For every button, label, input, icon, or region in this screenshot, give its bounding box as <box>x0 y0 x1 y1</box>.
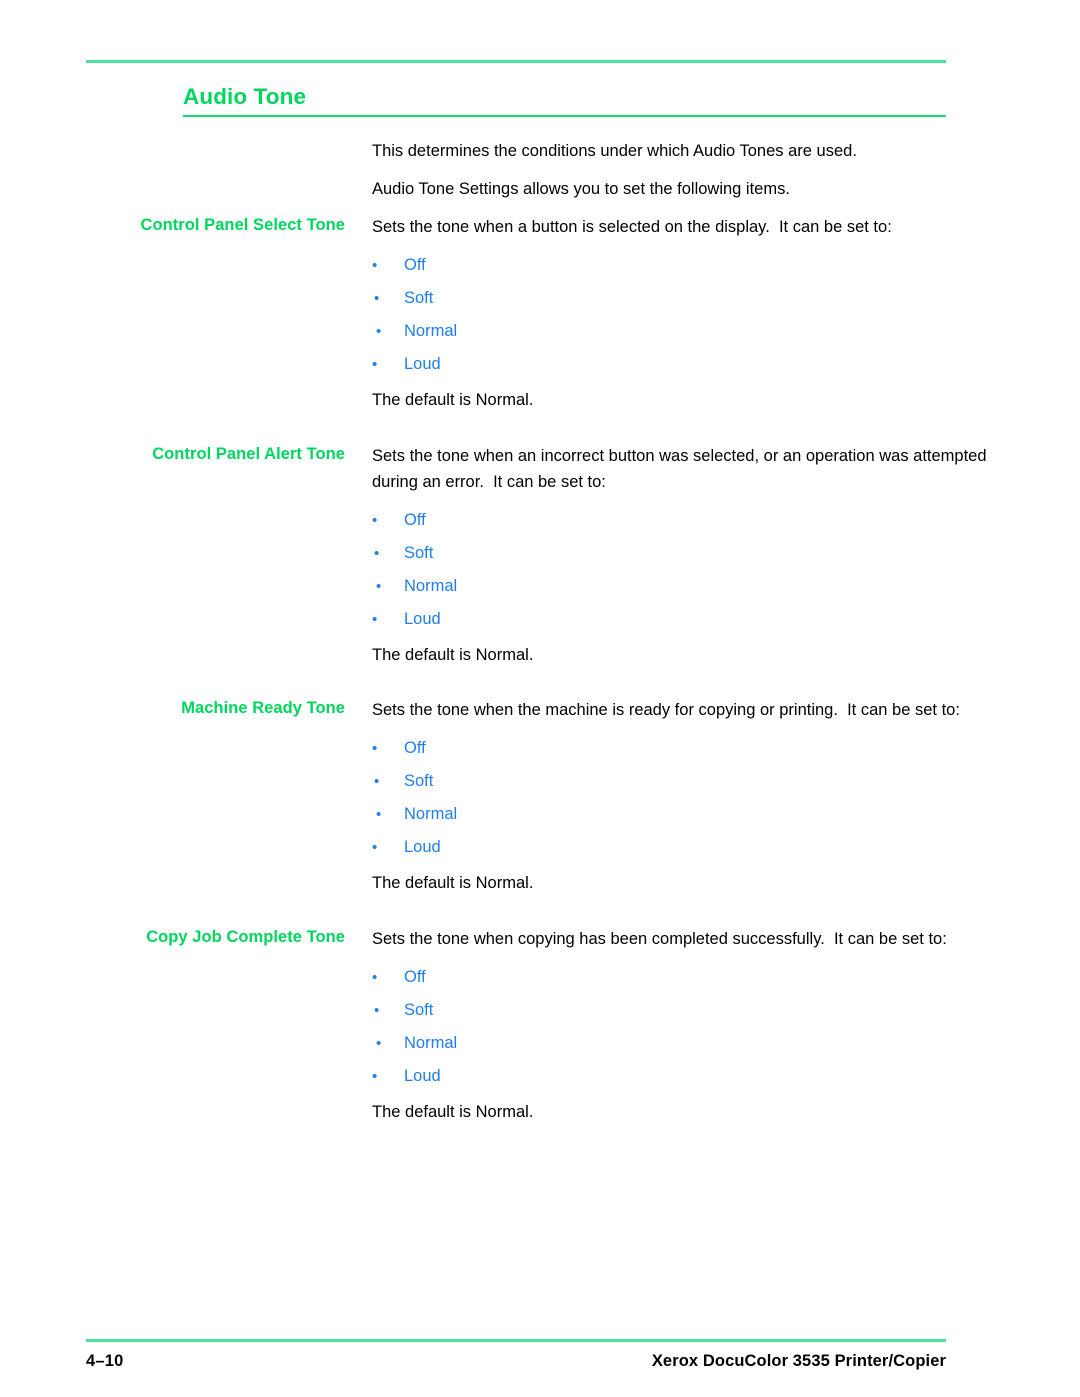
bullet-icon: • <box>372 610 378 628</box>
section-body: Sets the tone when the machine is ready … <box>345 697 1080 913</box>
bullet-icon: • <box>372 356 378 373</box>
option-list: • Off • Soft • Normal • Loud <box>372 504 1035 636</box>
option-label: Off <box>404 510 426 529</box>
option-label: Normal <box>404 576 458 595</box>
bullet-icon: • <box>372 1067 378 1085</box>
default-note: The default is Normal. <box>372 1102 534 1121</box>
section-description: Sets the tone when a button is selected … <box>372 218 892 236</box>
list-item: • Soft <box>372 537 1035 570</box>
page-title: Audio Tone <box>183 84 307 109</box>
intro-body: This determines the conditions under whi… <box>345 138 1080 202</box>
bullet-icon: • <box>374 773 380 790</box>
option-label: Off <box>404 967 426 986</box>
list-item: • Loud <box>372 831 1035 864</box>
bullet-icon: • <box>372 511 378 529</box>
heading-underline-rule <box>183 115 946 117</box>
list-item: • Off <box>372 732 1035 765</box>
section-control-panel-alert-tone: Control Panel Alert Tone Sets the tone w… <box>0 443 1080 685</box>
list-item: • Off <box>372 961 1035 994</box>
option-list: • Off • Soft • Normal • Loud <box>372 249 1035 381</box>
bullet-icon: • <box>372 968 378 986</box>
section-copy-job-complete-tone: Copy Job Complete Tone Sets the tone whe… <box>0 926 1080 1142</box>
bullet-icon: • <box>372 257 378 274</box>
bullet-icon: • <box>376 323 382 340</box>
list-item: • Loud <box>372 603 1035 636</box>
section-label: Machine Ready Tone <box>181 699 345 717</box>
list-item: • Normal <box>372 315 1035 348</box>
option-label: Off <box>404 256 426 274</box>
list-item: • Loud <box>372 1060 1035 1093</box>
section-machine-ready-tone: Machine Ready Tone Sets the tone when th… <box>0 697 1080 913</box>
bullet-icon: • <box>376 577 382 595</box>
section-description: Sets the tone when an incorrect button w… <box>372 446 992 491</box>
option-label: Normal <box>404 322 458 340</box>
intro-spacer <box>0 202 1080 214</box>
option-label: Soft <box>404 543 434 562</box>
section-control-panel-select-tone: Control Panel Select Tone Sets the tone … <box>0 214 1080 430</box>
page-footer: 4–10 Xerox DocuColor 3535 Printer/Copier <box>86 1352 946 1371</box>
option-label: Soft <box>404 289 434 307</box>
default-note: The default is Normal. <box>372 391 534 409</box>
list-item: • Soft <box>372 994 1035 1027</box>
option-label: Soft <box>404 1000 434 1019</box>
bullet-icon: • <box>374 544 380 562</box>
header-rule <box>86 60 946 63</box>
list-item: • Normal <box>372 1027 1035 1060</box>
section-label: Copy Job Complete Tone <box>146 927 345 946</box>
bullet-icon: • <box>376 806 382 823</box>
option-label: Off <box>404 739 426 757</box>
list-item: • Soft <box>372 282 1035 315</box>
bullet-icon: • <box>376 1034 382 1052</box>
bullet-icon: • <box>372 740 378 757</box>
section-body: Sets the tone when copying has been comp… <box>345 926 1080 1142</box>
option-label: Loud <box>404 1066 441 1085</box>
section-label: Control Panel Alert Tone <box>152 444 345 463</box>
section-body: Sets the tone when a button is selected … <box>345 214 1080 430</box>
option-label: Loud <box>404 838 441 856</box>
page-heading-block: Audio Tone <box>183 84 946 117</box>
footer-product-name: Xerox DocuColor 3535 Printer/Copier <box>651 1352 946 1370</box>
list-item: • Off <box>372 249 1035 282</box>
section-description: Sets the tone when the machine is ready … <box>372 701 960 719</box>
section-body: Sets the tone when an incorrect button w… <box>345 443 1080 685</box>
bullet-icon: • <box>374 1001 380 1019</box>
option-label: Normal <box>404 805 458 823</box>
content-area: This determines the conditions under whi… <box>0 138 1080 1141</box>
footer-rule <box>86 1339 946 1342</box>
list-item: • Off <box>372 504 1035 537</box>
document-page: Audio Tone This determines the condition… <box>0 0 1080 1397</box>
bullet-icon: • <box>372 839 378 856</box>
intro-row: This determines the conditions under whi… <box>0 138 1080 202</box>
option-label: Normal <box>404 1033 458 1052</box>
list-item: • Normal <box>372 570 1035 603</box>
option-label: Soft <box>404 772 434 790</box>
section-label: Control Panel Select Tone <box>140 216 345 234</box>
option-list: • Off • Soft • Normal • Loud <box>372 732 1035 864</box>
list-item: • Loud <box>372 348 1035 381</box>
list-item: • Soft <box>372 765 1035 798</box>
intro-paragraph-1: This determines the conditions under whi… <box>372 142 857 160</box>
list-item: • Normal <box>372 798 1035 831</box>
bullet-icon: • <box>374 290 380 307</box>
option-list: • Off • Soft • Normal • Loud <box>372 961 1035 1093</box>
default-note: The default is Normal. <box>372 874 534 892</box>
section-description: Sets the tone when copying has been comp… <box>372 929 947 948</box>
footer-page-number: 4–10 <box>86 1352 124 1370</box>
intro-paragraph-2: Audio Tone Settings allows you to set th… <box>372 180 790 198</box>
option-label: Loud <box>404 609 441 628</box>
default-note: The default is Normal. <box>372 645 534 664</box>
option-label: Loud <box>404 355 441 373</box>
